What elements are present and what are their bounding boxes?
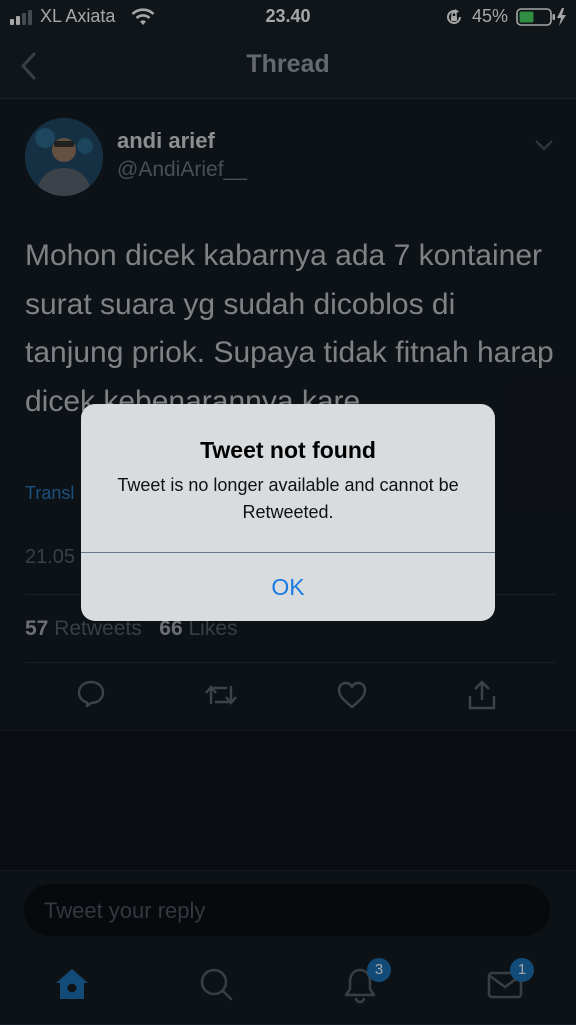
alert-message: Tweet is no longer available and cannot … <box>117 475 459 522</box>
alert-dialog: Tweet not found Tweet is no longer avail… <box>81 404 495 621</box>
alert-title: Tweet not found <box>200 437 376 463</box>
ok-button[interactable]: OK <box>81 553 495 621</box>
